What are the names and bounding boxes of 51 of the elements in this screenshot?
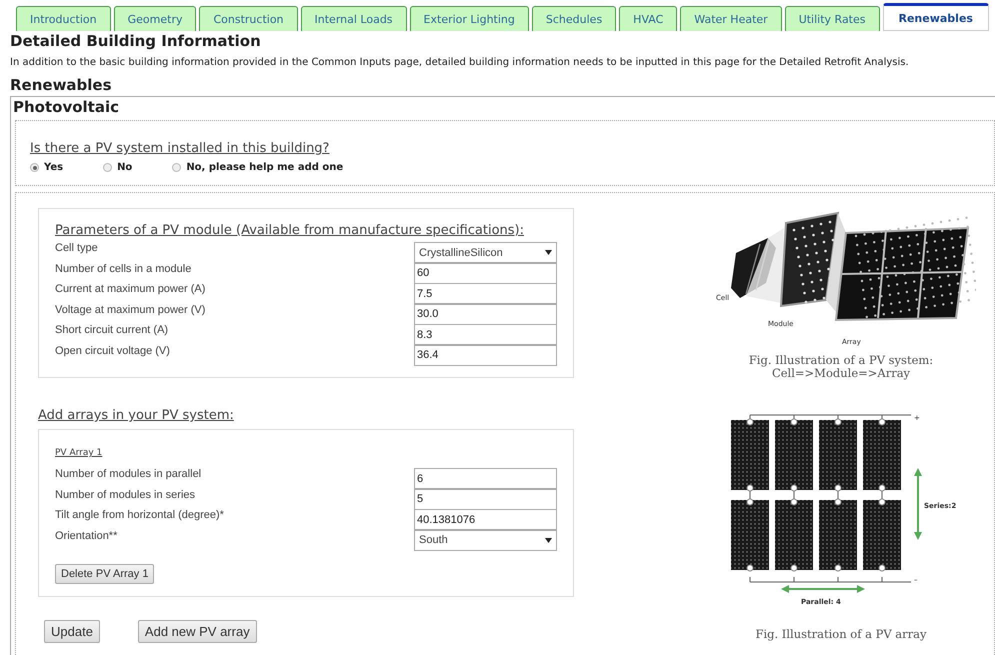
input-field[interactable]: 8.3 — [414, 324, 557, 345]
input-field[interactable]: 60 — [414, 262, 557, 284]
array-title: PV Array 1 — [55, 448, 102, 458]
tab[interactable]: Construction — [199, 6, 298, 31]
field-label: Current at maximum power (A) — [55, 283, 206, 295]
page-title: Detailed Building Information — [10, 32, 262, 50]
double-arrow-icon — [914, 468, 922, 540]
tab[interactable]: Utility Rates — [784, 6, 880, 31]
radio-option[interactable]: Yes — [30, 162, 64, 173]
panel-title: Photovoltaic — [13, 98, 120, 116]
arrays-title: Add arrays in your PV system: — [38, 408, 234, 423]
tab[interactable]: Exterior Lighting — [410, 6, 529, 31]
field-label: Open circuit voltage (V) — [55, 344, 170, 356]
tab[interactable]: Renewables — [882, 3, 989, 31]
caret-icon — [545, 538, 552, 542]
input-field[interactable]: 5 — [414, 488, 557, 510]
action-button[interactable]: Update — [44, 620, 100, 643]
input-field[interactable]: 36.4 — [414, 344, 557, 366]
double-arrow-icon — [781, 585, 865, 594]
tab[interactable]: Schedules — [532, 6, 616, 31]
tab[interactable]: Internal Loads — [300, 6, 407, 31]
tab[interactable]: Geometry — [114, 6, 196, 31]
dropdown[interactable]: CrystallineSilicon — [414, 242, 557, 263]
field-label: Number of cells in a module — [55, 262, 192, 274]
figure-caption: Fig. Illustration of a PV system: — [748, 354, 934, 368]
input-field[interactable]: 6 — [414, 468, 557, 489]
figure-caption: Fig. Illustration of a PV array — [755, 628, 927, 642]
tab[interactable]: HVAC — [619, 6, 678, 31]
intro-text: In addition to the basic building information provided in the Common Inputs page, detailed building information needs to be inputted in this page for the Detailed Retrofit Analysis. — [10, 57, 910, 68]
field-label: Cell type — [55, 242, 98, 254]
module-title: Parameters of a PV module (Available from manufacture specifications): — [55, 223, 524, 238]
action-button[interactable]: Add new PV array — [138, 620, 257, 643]
tab[interactable]: Introduction — [16, 6, 111, 31]
field-label: Voltage at maximum power (V) — [55, 304, 206, 316]
radio-option[interactable]: No, please help me add one — [172, 162, 344, 173]
input-field[interactable]: 40.1381076 — [414, 509, 557, 530]
field-label: Short circuit current (A) — [55, 324, 168, 336]
tab[interactable]: Water Heater — [680, 6, 782, 31]
input-field[interactable]: 7.5 — [414, 283, 557, 304]
section-title: Renewables — [10, 76, 113, 94]
figure-caption: Cell=>Module=>Array — [770, 367, 910, 380]
caret-icon — [545, 250, 552, 255]
field-label: Orientation** — [55, 530, 118, 542]
field-label: Number of modules in series — [55, 488, 196, 500]
radio-option[interactable]: No — [103, 162, 132, 173]
delete-button[interactable]: Delete PV Array 1 — [55, 564, 154, 584]
input-field[interactable]: 30.0 — [414, 304, 557, 324]
dropdown[interactable]: South — [414, 530, 557, 550]
question-text: Is there a PV system installed in this building? — [30, 141, 330, 156]
field-label: Tilt angle from horizontal (degree)* — [55, 509, 224, 521]
field-label: Number of modules in parallel — [55, 468, 202, 480]
